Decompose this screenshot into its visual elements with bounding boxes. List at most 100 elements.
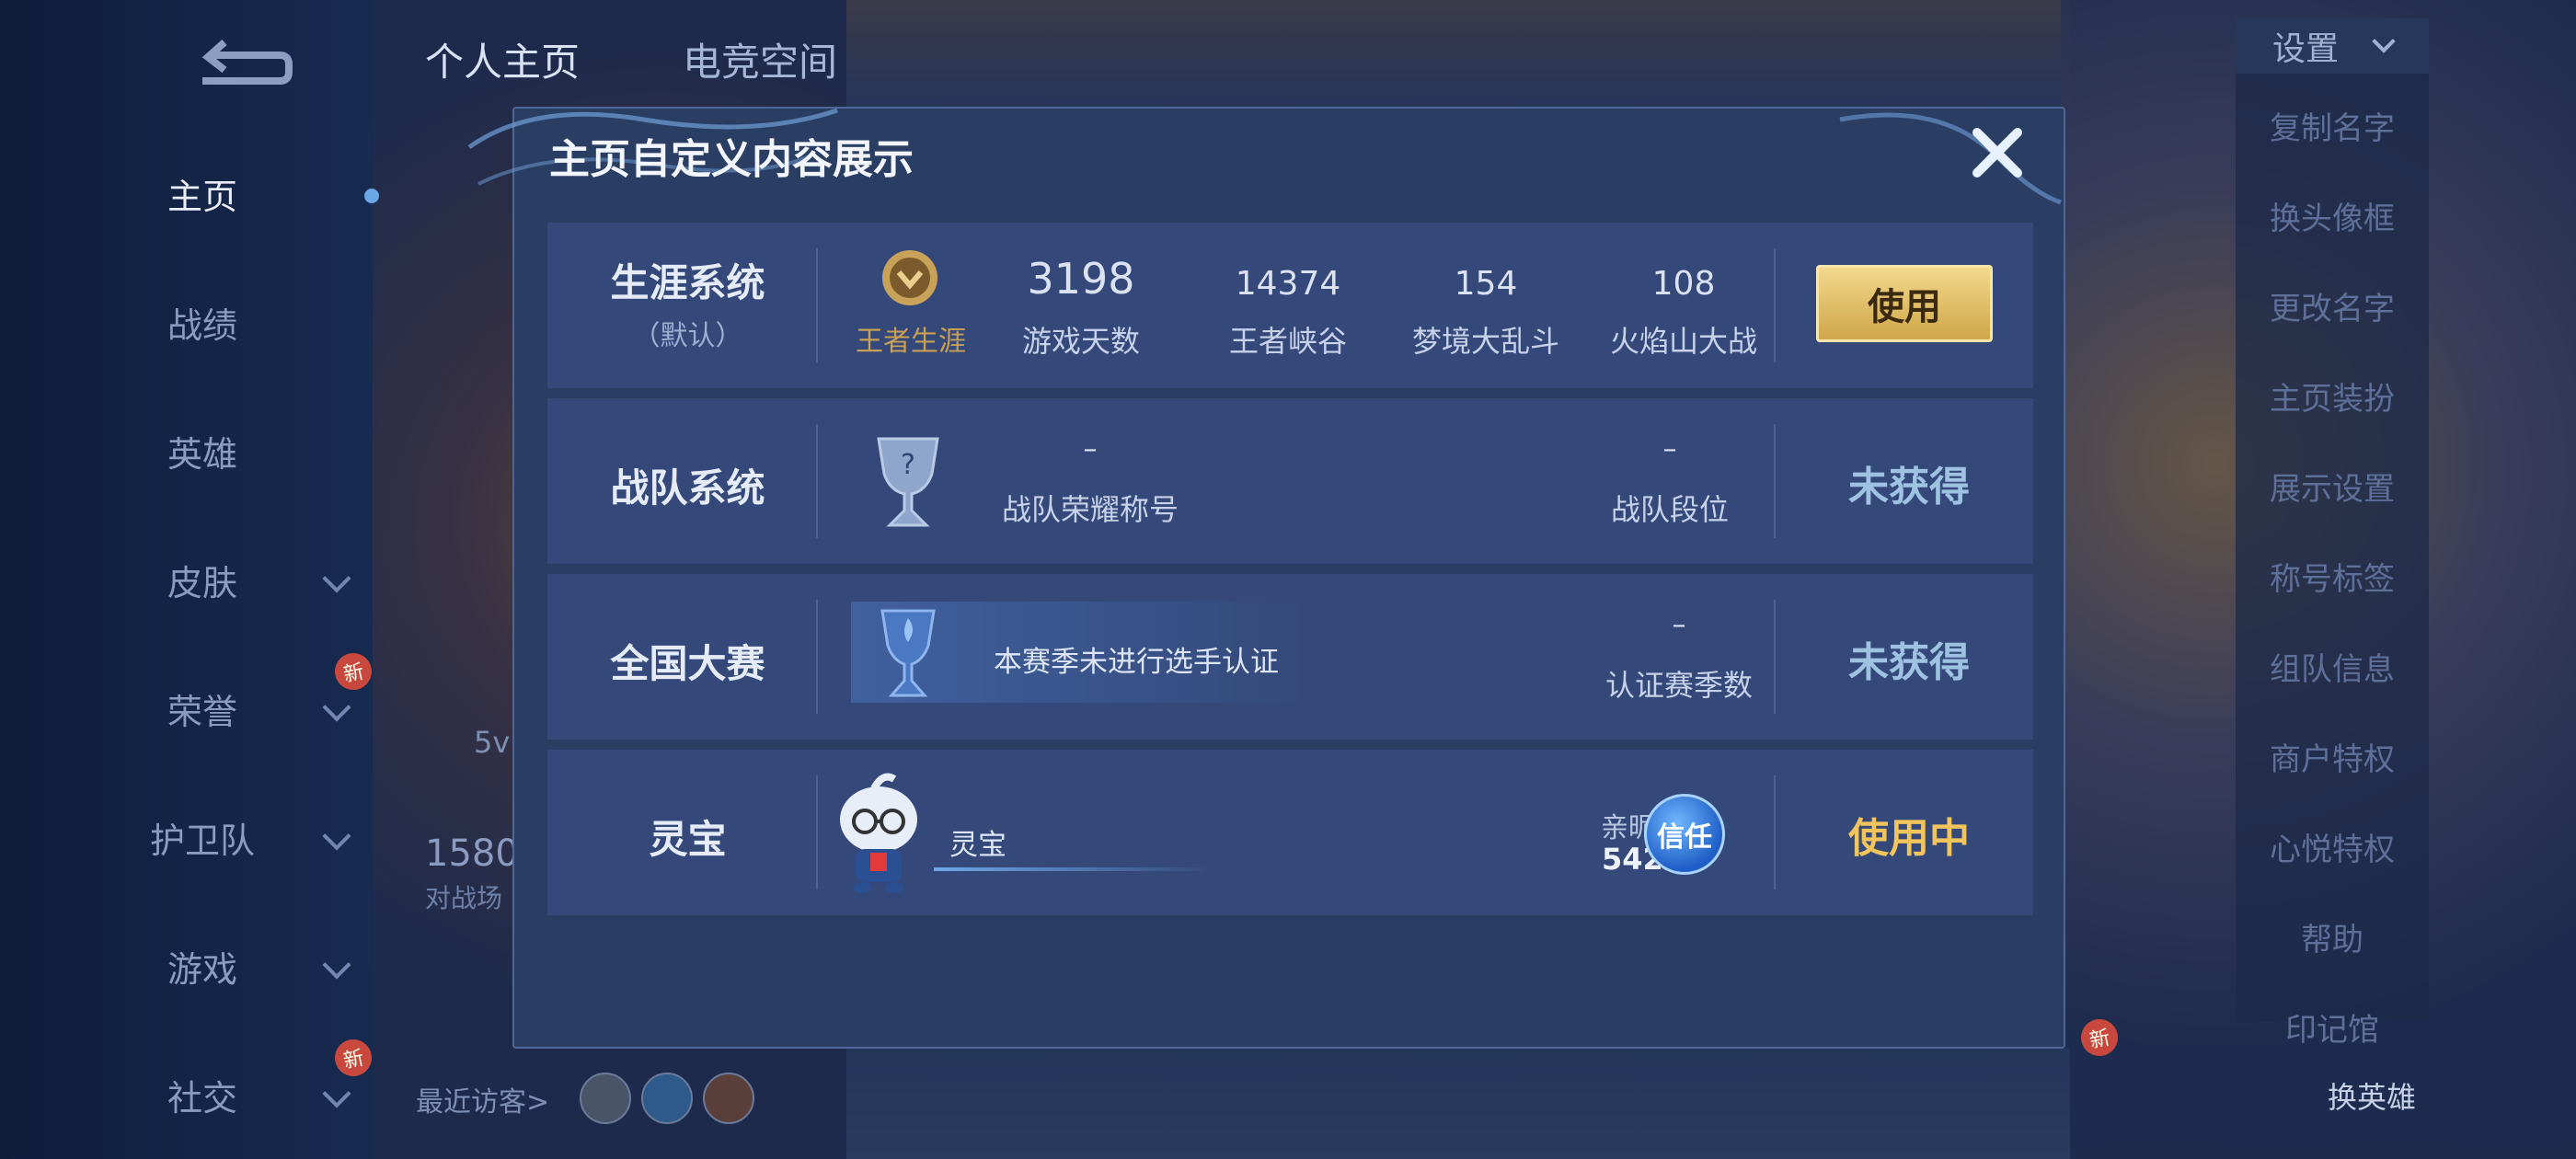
background-score-sub: 对战场 xyxy=(425,883,503,913)
chevron-down-icon xyxy=(322,1079,351,1108)
row-divider xyxy=(816,775,818,889)
lingbao-name: 灵宝 xyxy=(949,829,1006,862)
nav-label: 游戏 xyxy=(167,948,237,990)
row-subtitle: （默认） xyxy=(632,320,743,352)
row-title: 生涯系统 xyxy=(610,260,765,305)
nav-item-record[interactable]: 战绩 xyxy=(138,294,350,350)
nav-label: 护卫队 xyxy=(149,820,255,861)
stat-label: 梦境大乱斗 xyxy=(1411,324,1559,359)
nav-item-honor[interactable]: 荣誉 xyxy=(138,681,351,736)
close-icon xyxy=(1972,128,2022,178)
switch-hero-button[interactable]: 换英雄 xyxy=(2328,1074,2416,1117)
nav-label: 英雄 xyxy=(167,433,237,475)
chevron-down-icon xyxy=(322,950,351,980)
visitor-avatar[interactable] xyxy=(580,1073,631,1124)
settings-dropdown[interactable]: 设置 xyxy=(2236,18,2429,74)
active-indicator-dot xyxy=(364,189,379,203)
menu-item-imprint-hall[interactable]: 印记馆 xyxy=(2236,1004,2429,1050)
menu-item-change-name[interactable]: 更改名字 xyxy=(2236,283,2429,328)
background-mode-text: 5v xyxy=(474,725,511,760)
tab-esports-space[interactable]: 电竞空间 xyxy=(683,31,837,87)
stat-value: 14374 xyxy=(1235,265,1341,303)
row-divider xyxy=(1774,775,1776,889)
visitor-avatar[interactable] xyxy=(703,1073,754,1124)
row-career-system: 生涯系统 （默认） 王者生涯 3198 游戏天数 14374 王者峡谷 154 … xyxy=(547,223,2033,388)
nav-label: 战绩 xyxy=(167,304,237,346)
chevron-down-icon xyxy=(322,564,351,593)
row-team-system: 战队系统 ? – 战队荣耀称号 – 战队段位 未获得 xyxy=(547,398,2033,564)
team-status: 未获得 xyxy=(1848,464,1970,511)
cert-season-value: – xyxy=(1672,609,1686,641)
nav-label: 皮肤 xyxy=(167,562,237,603)
team-honor-value: – xyxy=(1083,433,1098,465)
trust-badge-label: 信任 xyxy=(1657,821,1712,854)
certification-text: 本赛季未进行选手认证 xyxy=(994,646,1279,679)
king-career-emblem-icon xyxy=(882,250,937,305)
chevron-down-icon xyxy=(2372,29,2396,53)
national-status: 未获得 xyxy=(1848,639,1970,686)
row-divider xyxy=(816,424,818,538)
nav-item-home[interactable]: 主页 xyxy=(138,166,350,221)
row-divider xyxy=(1774,600,1776,714)
stat-label: 火焰山大战 xyxy=(1609,324,1757,359)
row-divider xyxy=(816,600,818,714)
row-title: 全国大赛 xyxy=(610,641,765,686)
menu-item-home-decor[interactable]: 主页装扮 xyxy=(2236,373,2429,419)
right-menu-panel xyxy=(2236,18,2429,1021)
visitor-avatar[interactable] xyxy=(641,1073,693,1124)
menu-item-xinyue-privilege[interactable]: 心悦特权 xyxy=(2236,824,2429,869)
menu-item-change-avatar-frame[interactable]: 换头像框 xyxy=(2236,193,2429,238)
use-button[interactable]: 使用 xyxy=(1816,265,1993,342)
nav-label: 社交 xyxy=(167,1077,237,1119)
stat-value: 108 xyxy=(1651,265,1716,303)
unknown-trophy-icon: ? xyxy=(877,437,939,527)
row-national-contest: 全国大赛 本赛季未进行选手认证 – 认证赛季数 未获得 xyxy=(547,574,2033,740)
settings-label: 设置 xyxy=(2271,30,2339,68)
left-nav: 主页 战绩 英雄 皮肤 荣誉 新 护卫队 游戏 社交 新 xyxy=(0,0,379,1159)
dialog-title: 主页自定义内容展示 xyxy=(549,136,914,183)
menu-item-help[interactable]: 帮助 xyxy=(2236,914,2429,959)
menu-item-team-info[interactable]: 组队信息 xyxy=(2236,644,2429,689)
nav-item-heroes[interactable]: 英雄 xyxy=(138,423,350,478)
team-rank-value: – xyxy=(1662,433,1677,465)
nav-label: 荣誉 xyxy=(167,691,237,732)
emblem-label: 王者生涯 xyxy=(856,326,966,358)
cert-season-label: 认证赛季数 xyxy=(1604,668,1753,703)
lingbao-avatar-icon[interactable] xyxy=(828,768,929,897)
close-button[interactable] xyxy=(1964,120,2030,186)
background-score: 1580 xyxy=(425,832,519,875)
recent-visitors-link[interactable]: 最近访客> xyxy=(416,1079,549,1119)
row-lingbao: 灵宝 灵宝 亲昵度 5424 信任 使用中 xyxy=(547,750,2033,915)
menu-item-merchant-privilege[interactable]: 商户特权 xyxy=(2236,734,2429,779)
menu-item-display-settings[interactable]: 展示设置 xyxy=(2236,464,2429,509)
nav-item-guard[interactable]: 护卫队 xyxy=(138,809,351,865)
team-rank-label: 战队段位 xyxy=(1610,492,1729,527)
nav-item-games[interactable]: 游戏 xyxy=(138,938,351,993)
nav-item-skins[interactable]: 皮肤 xyxy=(138,552,351,607)
lingbao-underline xyxy=(934,867,1210,871)
stat-value: 154 xyxy=(1454,265,1518,303)
row-divider xyxy=(1774,248,1776,362)
nav-item-social[interactable]: 社交 xyxy=(138,1067,351,1122)
background-scene-bottom xyxy=(846,1049,2070,1159)
team-honor-label: 战队荣耀称号 xyxy=(1001,492,1179,527)
row-divider xyxy=(816,248,818,362)
stat-label: 王者峡谷 xyxy=(1228,324,1347,359)
menu-item-title-tags[interactable]: 称号标签 xyxy=(2236,554,2429,599)
national-contest-emblem-icon xyxy=(880,609,936,697)
decorative-swirl-icon xyxy=(1839,112,2062,205)
row-title: 灵宝 xyxy=(649,817,727,862)
row-divider xyxy=(1774,424,1776,538)
row-title: 战队系统 xyxy=(610,465,765,511)
chevron-down-icon xyxy=(322,821,351,851)
nav-label: 主页 xyxy=(167,176,237,217)
tab-personal-home[interactable]: 个人主页 xyxy=(425,31,580,87)
stat-label: 游戏天数 xyxy=(1021,324,1140,359)
trust-badge: 信任 xyxy=(1644,794,1725,875)
stat-value: 3198 xyxy=(1027,254,1135,304)
back-arrow-icon[interactable] xyxy=(193,35,294,90)
svg-text:?: ? xyxy=(901,449,915,481)
menu-item-copy-name[interactable]: 复制名字 xyxy=(2236,103,2429,148)
chevron-down-icon xyxy=(322,693,351,722)
lingbao-status: 使用中 xyxy=(1848,815,1970,862)
